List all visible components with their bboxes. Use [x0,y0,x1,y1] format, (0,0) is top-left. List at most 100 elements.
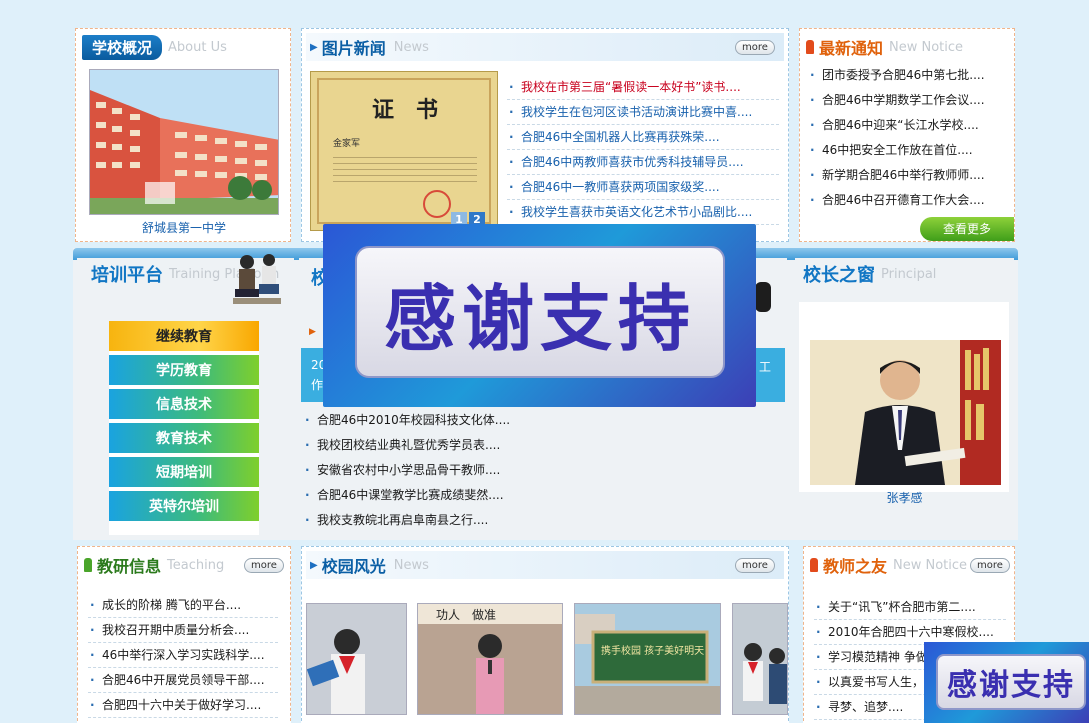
notice-list: 团市委授予合肥46中第七批.... 合肥46中学期数学工作会议.... 合肥46… [808,63,1008,213]
principal-portrait [810,340,1001,485]
school-photo[interactable] [89,69,279,215]
board-display-image: 携手校园 孩子美好明天 [575,604,720,714]
certificate-seal [423,190,451,218]
teaching-item[interactable]: 46中举行深入学习实践科学.... [88,643,278,668]
notice-item[interactable]: 合肥46中迎来“长江水学校.... [808,113,1008,138]
principal-photo[interactable] [810,340,1001,485]
notice-item[interactable]: 团市委授予合肥46中第七批.... [808,63,1008,88]
principal-panel: 校长之窗 Principal 张孝感 [795,258,1014,538]
notice-item[interactable]: 新学期合肥46中举行教师师.... [808,163,1008,188]
certificate-photo[interactable]: 证 书 金家军 1 2 [310,71,498,231]
campus-style-subtitle: News [393,557,429,573]
friends-title: 教师之友 [823,557,888,576]
notice-header: 最新通知 New Notice [806,35,963,59]
student-microphone-image: 功人 做准 [418,604,562,714]
teaching-list: 成长的阶梯 腾飞的平台.... 我校召开期中质量分析会.... 46中举行深入学… [88,593,278,718]
teaching-title: 教研信息 [97,557,162,576]
teaching-more-button[interactable]: more [244,558,284,573]
news-title: 图片新闻 [321,39,386,58]
news-header: ▶ 图片新闻 News [310,35,429,59]
leaf-icon [84,558,92,572]
thanks-overlay-large-inner: 感谢支持 [355,246,725,378]
news-item[interactable]: 我校在市第三届“暑假读一本好书”读书.... [507,75,779,100]
campus-news-list: 合肥46中2010年校园科技文化体.... 我校团校结业典礼暨优秀学员表....… [303,408,773,533]
principal-header: 校长之窗 Principal [803,262,936,286]
teaching-subtitle: Teaching [167,557,225,573]
continuing-education-button[interactable]: 继续教育 [109,321,259,353]
news-item[interactable]: 我校学生喜获市英语文化艺术节小品剧比.... [507,200,779,225]
students-group-image [733,604,787,714]
thanks-overlay-small[interactable]: 感谢支持 [924,642,1089,723]
campus-news-item[interactable]: 我校支教皖北再启阜南县之行.... [303,508,773,533]
campus-photo-1[interactable] [306,603,407,715]
about-title: 学校概况 [82,34,163,60]
education-technology-button[interactable]: 教育技术 [109,423,259,455]
notice-item[interactable]: 合肥46中学期数学工作会议.... [808,88,1008,113]
notice-item[interactable]: 46中把安全工作放在首位.... [808,138,1008,163]
banner-left-text-2: 作 [311,378,324,392]
training-buttons: 继续教育 学历教育 信息技术 教育技术 短期培训 英特尔培训 [109,321,259,535]
news-list: 我校在市第三届“暑假读一本好书”读书.... 我校学生在包河区读书活动演讲比赛中… [507,75,779,225]
thanks-overlay-small-inner: 感谢支持 [936,654,1086,710]
campus-news-item[interactable]: 安徽省农村中小学思品骨干教师.... [303,458,773,483]
campus-photo-4[interactable] [732,603,788,715]
campus-news-item[interactable]: 合肥46中2010年校园科技文化体.... [303,408,773,433]
students-icon [233,254,281,304]
news-subtitle: News [393,39,429,55]
thanks-overlay-large[interactable]: 感谢支持 [323,224,756,407]
arrow-icon: ▶ [310,559,318,571]
teaching-item[interactable]: 成长的阶梯 腾飞的平台.... [88,593,278,618]
arrow-icon: ▶ [309,327,316,337]
teaching-item[interactable]: 我校召开期中质量分析会.... [88,618,278,643]
about-header: 学校概况 About Us [82,34,227,60]
thanks-overlay-small-text: 感谢支持 [947,668,1075,703]
friends-more-button[interactable]: more [970,558,1010,573]
school-building-image [90,70,278,214]
campus-news-deco [755,282,771,312]
news-more-button[interactable]: more [735,40,775,55]
notice-panel: 最新通知 New Notice 团市委授予合肥46中第七批.... 合肥46中学… [799,28,1015,242]
about-panel: 学校概况 About Us 舒城县第一中学 [75,28,291,242]
student-speaking-image [307,604,406,714]
banner-right-text: 工 [758,360,771,374]
campus-style-more-button[interactable]: more [735,558,775,573]
teaching-item[interactable]: 合肥四十六中关于做好学习.... [88,693,278,718]
campus-news-item[interactable]: 我校团校结业典礼暨优秀学员表.... [303,433,773,458]
notice-item[interactable]: 合肥46中召开德育工作大会.... [808,188,1008,213]
news-item[interactable]: 合肥46中全国机器人比赛再获殊荣.... [507,125,779,150]
notice-subtitle: New Notice [889,39,964,55]
news-item[interactable]: 我校学生在包河区读书活动演讲比赛中喜.... [507,100,779,125]
board-text: 携手校园 孩子美好明天 [601,644,704,657]
principal-title: 校长之窗 [803,265,875,286]
news-item[interactable]: 合肥46中两教师喜获市优秀科技辅导员.... [507,150,779,175]
information-technology-button[interactable]: 信息技术 [109,389,259,421]
bell-icon [810,558,818,572]
friends-header: 教师之友 New Notice [810,553,967,577]
teaching-panel: 教研信息 Teaching more 成长的阶梯 腾飞的平台.... 我校召开期… [77,546,291,723]
principal-name[interactable]: 张孝感 [795,489,1014,506]
training-title: 培训平台 [91,265,163,286]
see-more-button[interactable]: 查看更多 [920,217,1014,241]
campus-style-header: ▶ 校园风光 News [310,553,429,577]
principal-subtitle: Principal [881,266,937,282]
news-panel: ▶ 图片新闻 News more 证 书 金家军 1 2 我校在市第三届“暑假读… [301,28,789,242]
friends-subtitle: New Notice [893,557,968,573]
teaching-header: 教研信息 Teaching [84,553,224,577]
news-item[interactable]: 合肥46中一教师喜获两项国家级奖.... [507,175,779,200]
arrow-icon: ▶ [310,41,318,53]
intel-training-button[interactable]: 英特尔培训 [109,491,259,523]
certificate-lines [333,152,477,182]
campus-photo-2[interactable]: 功人 做准 [417,603,563,715]
students-illustration [229,250,285,308]
photo-sign-text: 功人 做准 [436,607,496,622]
certificate-title: 证 书 [371,97,438,123]
campus-photo-3[interactable]: 携手校园 孩子美好明天 [574,603,721,715]
teaching-item[interactable]: 合肥46中开展党员领导干部.... [88,668,278,693]
about-caption[interactable]: 舒城县第一中学 [76,219,292,236]
campus-news-item[interactable]: 合肥46中课堂教学比赛成绩斐然.... [303,483,773,508]
training-panel: 培训平台 Training Platform 继续教育 学历教育 信息技术 教育… [77,254,294,538]
short-term-training-button[interactable]: 短期培训 [109,457,259,489]
friends-item[interactable]: 关于“讯飞”杯合肥市第二.... [814,595,1006,620]
degree-education-button[interactable]: 学历教育 [109,355,259,387]
about-subtitle: About Us [168,39,227,55]
